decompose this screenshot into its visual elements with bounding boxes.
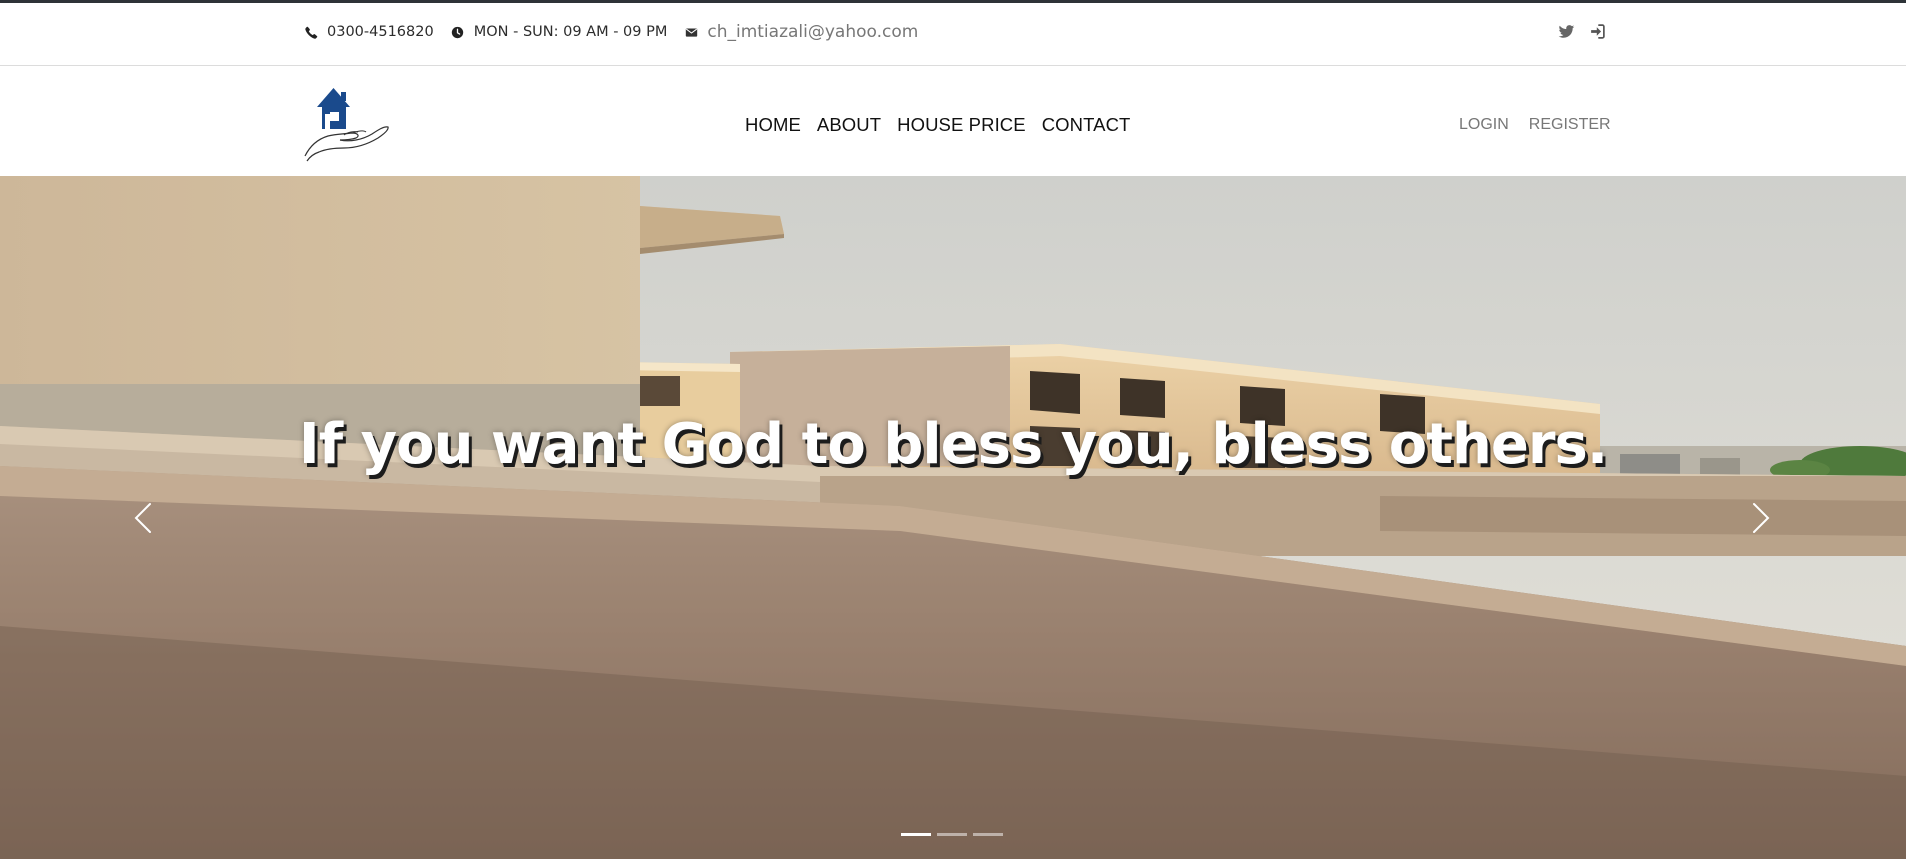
- email-contact[interactable]: ch_imtiazali@yahoo.com: [684, 22, 918, 42]
- phone-icon: [304, 25, 318, 39]
- carousel-indicator-1[interactable]: [901, 833, 931, 836]
- nav-about[interactable]: ABOUT: [817, 114, 881, 136]
- site-logo[interactable]: [304, 86, 390, 162]
- nav-house-price[interactable]: HOUSE PRICE: [897, 114, 1026, 136]
- hero-caption: If you want God to bless you, bless othe…: [298, 412, 1608, 477]
- contact-info: 0300-4516820 MON - SUN: 09 AM - 09 PM ch…: [304, 22, 935, 42]
- twitter-icon[interactable]: [1556, 21, 1576, 41]
- phone-number: 0300-4516820: [327, 24, 434, 40]
- carousel-next-button[interactable]: [1746, 498, 1776, 538]
- auth-links: LOGIN REGISTER: [1459, 116, 1631, 134]
- site-header: HOME ABOUT HOUSE PRICE CONTACT LOGIN REG…: [0, 66, 1906, 176]
- chevron-right-icon: [1753, 503, 1770, 533]
- nav-contact[interactable]: CONTACT: [1042, 114, 1131, 136]
- carousel-indicators: [901, 833, 1009, 836]
- envelope-icon: [684, 25, 698, 39]
- phone-contact: 0300-4516820: [304, 24, 434, 40]
- social-links: [1545, 21, 1607, 41]
- sign-in-icon[interactable]: [1587, 21, 1607, 41]
- business-hours: MON - SUN: 09 AM - 09 PM: [473, 24, 668, 40]
- carousel-indicator-3[interactable]: [973, 833, 1003, 836]
- main-nav: HOME ABOUT HOUSE PRICE CONTACT: [745, 114, 1146, 136]
- carousel-indicator-2[interactable]: [937, 833, 967, 836]
- house-in-hand-logo: [304, 88, 389, 162]
- hours-contact: MON - SUN: 09 AM - 09 PM: [451, 24, 668, 40]
- carousel-prev-button[interactable]: [128, 498, 158, 538]
- nav-home[interactable]: HOME: [745, 114, 801, 136]
- register-link[interactable]: REGISTER: [1529, 116, 1611, 134]
- email-link[interactable]: ch_imtiazali@yahoo.com: [707, 22, 918, 42]
- chevron-left-icon: [134, 503, 151, 533]
- login-link[interactable]: LOGIN: [1459, 116, 1509, 134]
- hero-carousel: If you want God to bless you, bless othe…: [0, 176, 1906, 859]
- top-contact-bar: 0300-4516820 MON - SUN: 09 AM - 09 PM ch…: [0, 0, 1906, 66]
- hero-background-image: [0, 176, 1906, 859]
- clock-icon: [451, 25, 465, 39]
